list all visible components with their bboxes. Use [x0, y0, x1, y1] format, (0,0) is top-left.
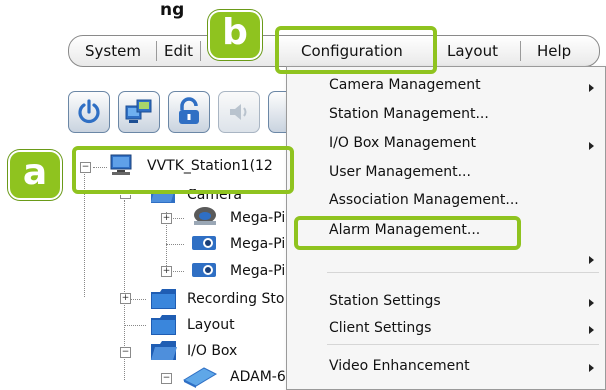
- tree-line: [124, 356, 125, 380]
- menu-separator: [200, 41, 201, 61]
- power-icon: [78, 99, 100, 124]
- annotation-badge-a: a: [8, 150, 62, 200]
- unlock-button[interactable]: [168, 91, 210, 133]
- menu-separator: [520, 41, 521, 61]
- box-camera-icon: [192, 263, 216, 277]
- tree-camera-item[interactable]: Mega-Pi: [230, 263, 285, 279]
- menu-separator: [327, 272, 599, 273]
- highlight-alarm-box: [294, 216, 521, 250]
- volume-button[interactable]: [218, 91, 260, 133]
- menuitem-camera-management[interactable]: Camera Management: [329, 77, 481, 93]
- display-switch-button[interactable]: [118, 91, 160, 133]
- dome-camera-icon: [194, 207, 216, 225]
- submenu-arrow-icon: [589, 364, 594, 372]
- menuitem-station-settings[interactable]: Station Settings: [329, 293, 441, 309]
- tree-recording-storage[interactable]: Recording Sto: [187, 291, 284, 307]
- tree-line: [124, 200, 125, 352]
- tree-io-device[interactable]: ADAM-6: [230, 369, 286, 385]
- menuitem-station-management[interactable]: Station Management...: [329, 106, 489, 122]
- menuitem-client-settings[interactable]: Client Settings: [329, 320, 431, 336]
- collapse-toggle[interactable]: −: [161, 373, 172, 384]
- expand-toggle[interactable]: +: [161, 266, 172, 277]
- tree-camera-item[interactable]: Mega-Pi: [230, 236, 285, 252]
- folder-icon: [151, 289, 176, 309]
- menu-system[interactable]: System: [85, 36, 141, 66]
- folder-open-icon: [151, 341, 177, 360]
- tree-io-box[interactable]: I/O Box: [187, 343, 237, 359]
- menuitem-io-box-management[interactable]: I/O Box Management: [329, 135, 476, 151]
- highlight-station-box: [72, 146, 294, 194]
- folder-icon: [151, 315, 176, 335]
- menu-help[interactable]: Help: [537, 36, 571, 66]
- submenu-arrow-icon: [589, 256, 594, 264]
- cropped-heading-text: ng: [160, 0, 185, 20]
- more-button[interactable]: [268, 91, 286, 133]
- submenu-arrow-icon: [589, 326, 594, 334]
- highlight-configuration-box: [275, 26, 437, 74]
- io-device-icon: [182, 367, 218, 388]
- unlock-icon: [179, 97, 199, 124]
- power-button[interactable]: [68, 91, 110, 133]
- menu-edit[interactable]: Edit: [164, 36, 193, 66]
- menuitem-user-management[interactable]: User Management...: [329, 164, 471, 180]
- box-camera-icon: [192, 236, 216, 250]
- display-switch-icon: [125, 99, 152, 123]
- collapse-toggle[interactable]: −: [120, 347, 131, 358]
- volume-icon: [230, 104, 247, 120]
- collapse-toggle[interactable]: [120, 195, 131, 199]
- tree-camera-item[interactable]: Mega-Pi: [230, 210, 285, 226]
- tree-line: [124, 325, 146, 326]
- menu-separator: [156, 41, 157, 61]
- expand-toggle[interactable]: +: [161, 213, 172, 224]
- tree-line: [166, 244, 184, 245]
- tree-layout[interactable]: Layout: [187, 317, 235, 333]
- submenu-arrow-icon: [589, 142, 594, 150]
- menuitem-association-management[interactable]: Association Management...: [329, 192, 519, 208]
- expand-toggle[interactable]: +: [120, 293, 131, 304]
- menu-separator: [327, 344, 599, 345]
- annotation-badge-b: b: [208, 10, 262, 60]
- submenu-arrow-icon: [589, 299, 594, 307]
- menuitem-video-enhancement[interactable]: Video Enhancement: [329, 358, 470, 374]
- submenu-arrow-icon: [589, 84, 594, 92]
- menu-layout[interactable]: Layout: [447, 36, 498, 66]
